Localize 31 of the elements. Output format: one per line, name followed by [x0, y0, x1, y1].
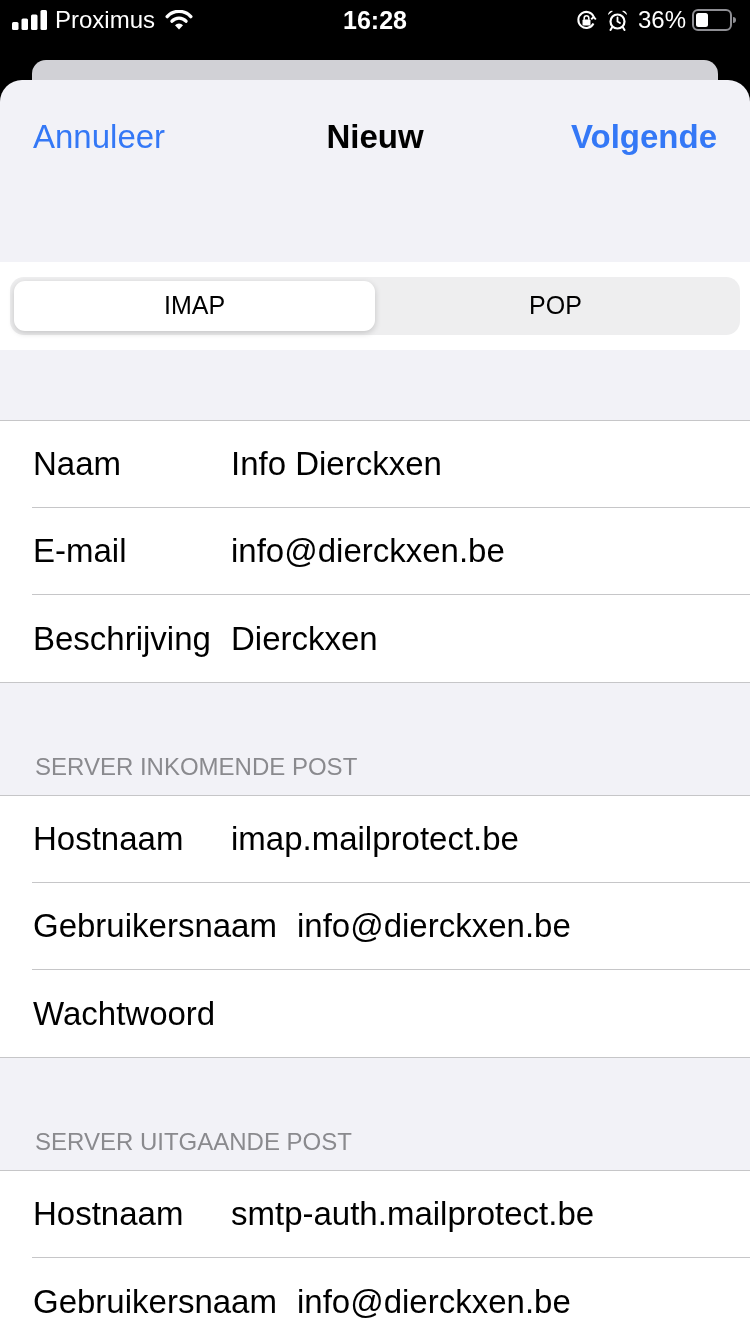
text-field[interactable]: smtp-auth.mailprotect.be [231, 1186, 734, 1242]
text-field[interactable]: Info Dierckxen [231, 436, 734, 492]
field-label: E-mail [33, 531, 128, 571]
field-label: Gebruikersnaam [33, 1281, 277, 1322]
text-field[interactable]: Dierckxen [231, 610, 734, 667]
text-field[interactable]: info@dierckxen.be [296, 898, 734, 954]
text-field[interactable]: imap.mailprotect.be [231, 811, 734, 867]
wifi-icon [165, 10, 194, 30]
cancel-button[interactable]: Annuleer [33, 119, 166, 153]
field-label: Naam [33, 444, 123, 484]
field-label: Hostnaam [33, 819, 185, 859]
carrier-name: Proximus [55, 8, 156, 32]
screen-title: Nieuw [326, 119, 424, 153]
rotation-lock-icon [575, 9, 597, 31]
battery-percentage: 36% [637, 8, 686, 32]
segment-tab[interactable]: POP [375, 281, 736, 331]
field-label: Hostnaam [33, 1194, 185, 1234]
field-label: Gebruikersnaam [33, 906, 277, 946]
text-field[interactable]: info@dierckxen.be [231, 523, 734, 579]
signal-icon [12, 10, 47, 30]
text-field[interactable]: info@dierckxen.be [296, 1273, 734, 1330]
next-button[interactable]: Volgende [570, 119, 717, 153]
alarm-clock-icon [606, 9, 628, 31]
clock-time: 16:28 [343, 7, 407, 33]
segmented-control[interactable]: IMAP POP [10, 277, 740, 335]
battery-icon [692, 9, 736, 31]
field-label: Beschrijving [33, 618, 211, 659]
field-label: Wachtwoord [33, 993, 216, 1034]
segment-tab[interactable]: IMAP [14, 281, 375, 331]
section-header: SERVER UITGAANDE POST [35, 1128, 352, 1156]
section-header: SERVER INKOMENDE POST [35, 753, 358, 781]
